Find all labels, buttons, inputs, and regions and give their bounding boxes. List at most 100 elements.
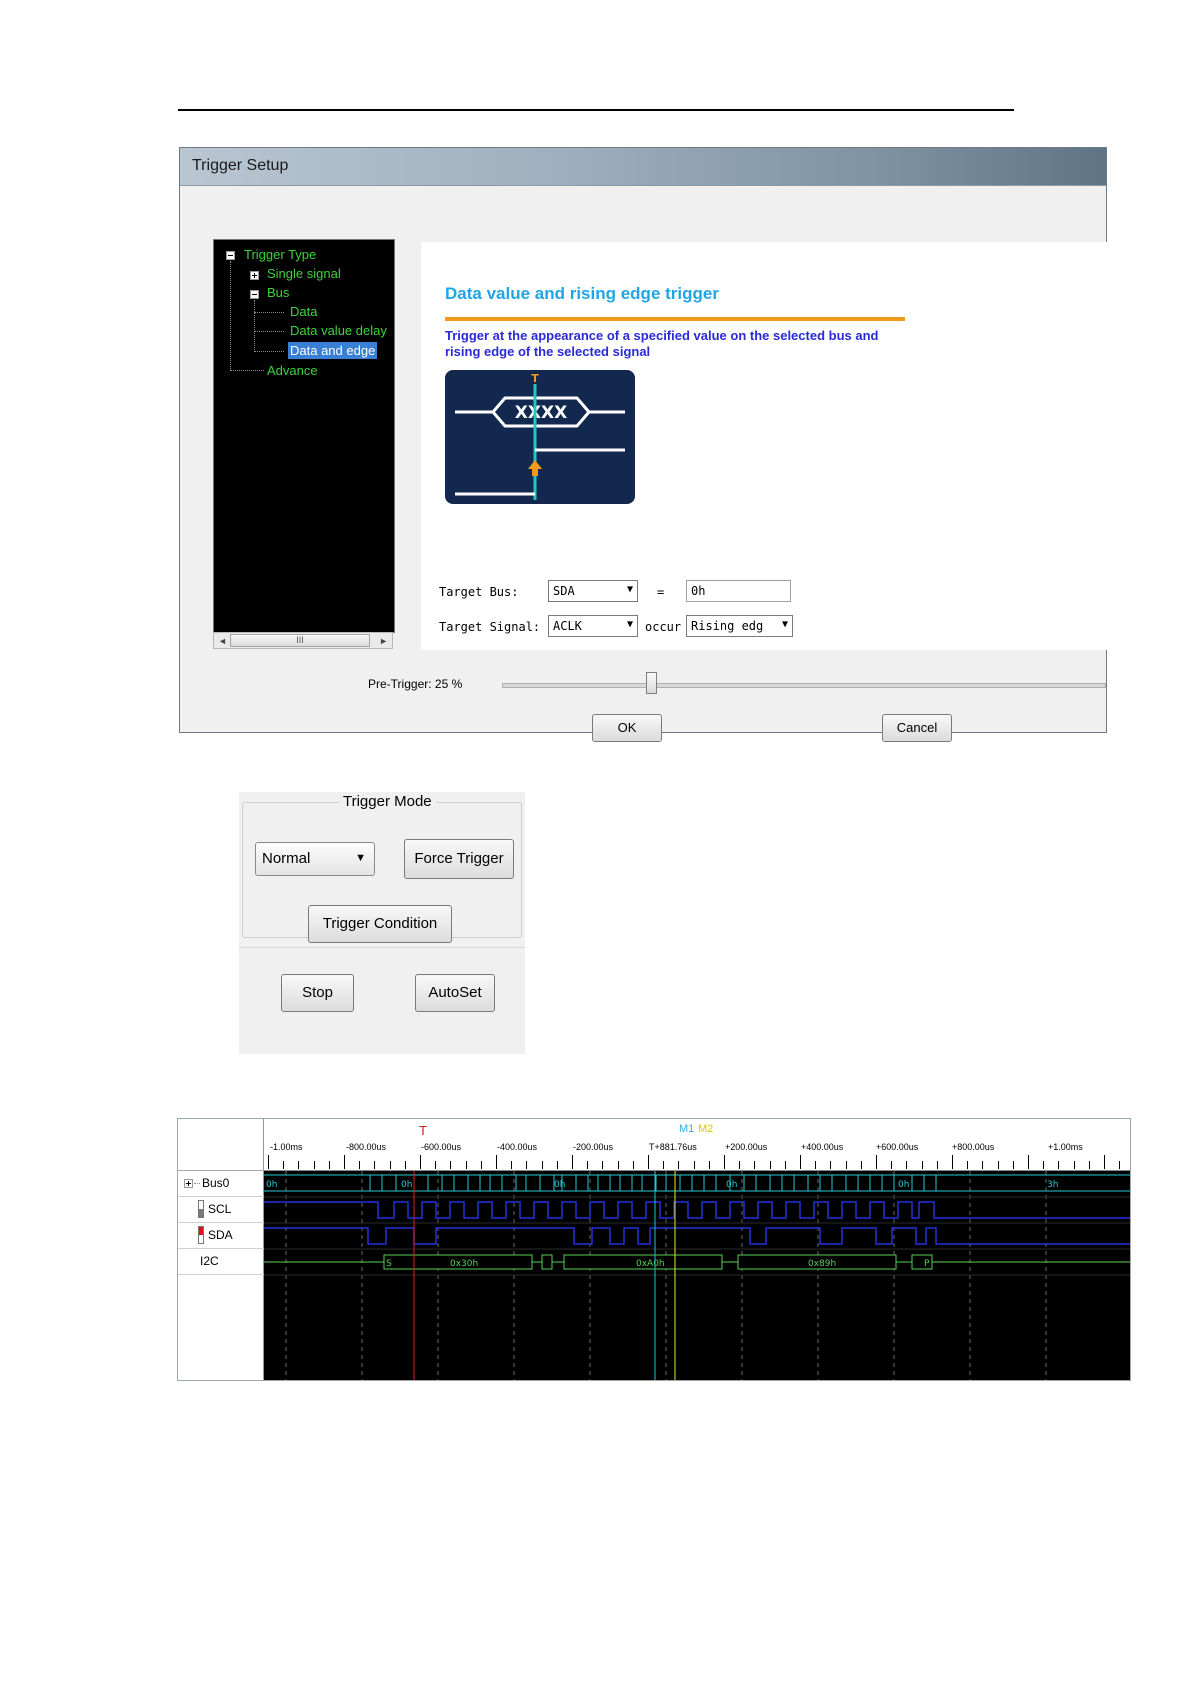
- scroll-left-icon[interactable]: ◄: [218, 636, 227, 646]
- edge-type-value: Rising edg: [691, 619, 764, 633]
- cancel-button[interactable]: Cancel: [882, 714, 952, 742]
- ruler-minor-tick: [1058, 1161, 1060, 1169]
- channel-color-icon: [198, 1200, 204, 1218]
- tree-line: [254, 312, 284, 313]
- ruler-minor-tick: [359, 1161, 361, 1169]
- trigger-setup-dialog: Trigger Setup Trigger Type Single signal…: [179, 147, 1110, 742]
- chevron-down-icon: ▼: [355, 852, 366, 864]
- time-tick-label: -400.00us: [497, 1142, 538, 1152]
- tree-line: [254, 331, 284, 332]
- bus-value-label: 0h: [898, 1180, 909, 1190]
- edge-type-select[interactable]: Rising edg ▼: [686, 615, 793, 637]
- bus-value-label: 0h: [266, 1180, 277, 1190]
- tree-item-data[interactable]: Data: [290, 304, 317, 319]
- autoset-button[interactable]: AutoSet: [415, 974, 495, 1012]
- i2c-decode-label: P: [924, 1259, 930, 1269]
- trigger-detail-panel: Data value and rising edge trigger Trigg…: [421, 242, 1110, 650]
- trigger-diagram: XXXX T: [445, 370, 635, 504]
- ruler-minor-tick: [952, 1155, 953, 1169]
- tree-item-data-and-edge[interactable]: Data and edge: [288, 342, 378, 359]
- trigger-condition-button[interactable]: Trigger Condition: [308, 905, 452, 943]
- target-bus-select[interactable]: SDA ▼: [548, 580, 638, 602]
- time-tick-label: -200.00us: [573, 1142, 614, 1152]
- trigger-mode-select[interactable]: Normal ▼: [255, 842, 375, 876]
- tree-item-trigger-type[interactable]: Trigger Type: [244, 247, 316, 262]
- ruler-minor-tick: [632, 1161, 634, 1169]
- ruler-minor-tick: [860, 1161, 862, 1169]
- ruler-minor-tick: [982, 1161, 984, 1169]
- scl-trace: [264, 1201, 1130, 1219]
- ruler-minor-tick: [800, 1155, 801, 1169]
- expand-icon[interactable]: [184, 1179, 193, 1188]
- i2c-frame: [541, 1254, 553, 1270]
- tree-line: [230, 370, 264, 371]
- diagram-t-label: T: [531, 372, 539, 385]
- ruler-minor-tick: [1028, 1155, 1029, 1169]
- tree-item-single-signal[interactable]: Single signal: [267, 266, 341, 281]
- channel-row-i2c[interactable]: I2C: [178, 1249, 264, 1275]
- ruler-minor-tick: [328, 1161, 330, 1169]
- ruler-minor-tick: [435, 1161, 437, 1169]
- trigger-mode-value: Normal: [262, 850, 311, 867]
- ruler-minor-tick: [556, 1161, 558, 1169]
- target-signal-label: Target Signal:: [439, 620, 541, 634]
- scrollbar-thumb[interactable]: III: [230, 634, 370, 647]
- ok-button[interactable]: OK: [592, 714, 662, 742]
- ruler-minor-tick: [784, 1161, 786, 1169]
- ruler-minor-tick: [298, 1161, 300, 1169]
- tree-horizontal-scrollbar[interactable]: ◄ III ►: [213, 632, 393, 649]
- ruler-minor-tick: [1119, 1161, 1121, 1169]
- pre-trigger-slider-thumb[interactable]: [646, 672, 657, 694]
- tree-item-advance[interactable]: Advance: [267, 363, 318, 378]
- ruler-minor-tick: [921, 1161, 923, 1169]
- ruler-minor-tick: [936, 1161, 938, 1169]
- time-tick-label: +800.00us: [952, 1142, 995, 1152]
- ruler-minor-tick: [708, 1161, 710, 1169]
- channel-row-sda[interactable]: SDA: [178, 1223, 264, 1249]
- ruler-minor-tick: [480, 1161, 482, 1169]
- collapse-icon[interactable]: [226, 251, 235, 260]
- bus-value-label: 0h: [726, 1180, 737, 1190]
- ruler-minor-tick: [1043, 1161, 1045, 1169]
- m1-marker-label[interactable]: M1: [679, 1123, 694, 1135]
- stop-button[interactable]: Stop: [281, 974, 354, 1012]
- tree-item-bus[interactable]: Bus: [267, 285, 289, 300]
- panel-divider: [239, 947, 525, 948]
- bus-value-label: 0h: [401, 1180, 412, 1190]
- trigger-mode-group: Trigger Mode Normal ▼ Force Trigger Trig…: [242, 793, 522, 943]
- ruler-minor-tick: [648, 1155, 649, 1169]
- trigger-type-tree: Trigger Type Single signal Bus Data Data…: [213, 239, 395, 633]
- scroll-right-icon[interactable]: ►: [379, 636, 388, 646]
- occur-label: occur: [645, 620, 682, 634]
- collapse-icon[interactable]: [250, 290, 259, 299]
- tree-line: [254, 300, 255, 352]
- ruler-minor-tick: [541, 1161, 543, 1169]
- ruler-minor-tick: [876, 1155, 877, 1169]
- channel-name: I2C: [200, 1254, 219, 1268]
- ruler-minor-tick: [693, 1161, 695, 1169]
- channel-row-scl[interactable]: SCL: [178, 1197, 264, 1223]
- force-trigger-button[interactable]: Force Trigger: [404, 839, 514, 879]
- target-bus-value: SDA: [553, 584, 575, 598]
- channel-row-bus0[interactable]: Bus0: [178, 1171, 264, 1197]
- expand-icon[interactable]: [250, 271, 259, 280]
- tree-item-data-value-delay[interactable]: Data value delay: [290, 323, 387, 338]
- ruler-minor-tick: [906, 1161, 908, 1169]
- time-tick-label: +400.00us: [801, 1142, 844, 1152]
- channel-name: Bus0: [202, 1176, 230, 1190]
- pre-trigger-slider[interactable]: [502, 683, 1106, 688]
- waveform-plot[interactable]: 0h 0h 0h 0h 0h 3h S 0x30h 0xA0h 0x89h P: [264, 1171, 1130, 1380]
- dialog-title-bar[interactable]: Trigger Setup: [180, 148, 1106, 186]
- waveform-view: Bus0 SCL SDA I2C T M1 M2 -1.00ms -800.00u…: [177, 1118, 1131, 1381]
- target-value-input[interactable]: 0h: [686, 580, 791, 602]
- ruler-minor-tick: [313, 1161, 315, 1169]
- trigger-marker-label[interactable]: T: [419, 1123, 427, 1138]
- time-ruler[interactable]: T M1 M2 -1.00ms -800.00us -600.00us -400.00…: [264, 1119, 1130, 1171]
- i2c-decode-label: 0x30h: [450, 1259, 478, 1269]
- heading-underline: [445, 317, 905, 321]
- target-signal-select[interactable]: ACLK ▼: [548, 615, 638, 637]
- ruler-minor-tick: [1104, 1155, 1105, 1169]
- diagram-background: [445, 370, 635, 504]
- m2-marker-label[interactable]: M2: [698, 1123, 713, 1135]
- i2c-decode-label: S: [386, 1259, 392, 1269]
